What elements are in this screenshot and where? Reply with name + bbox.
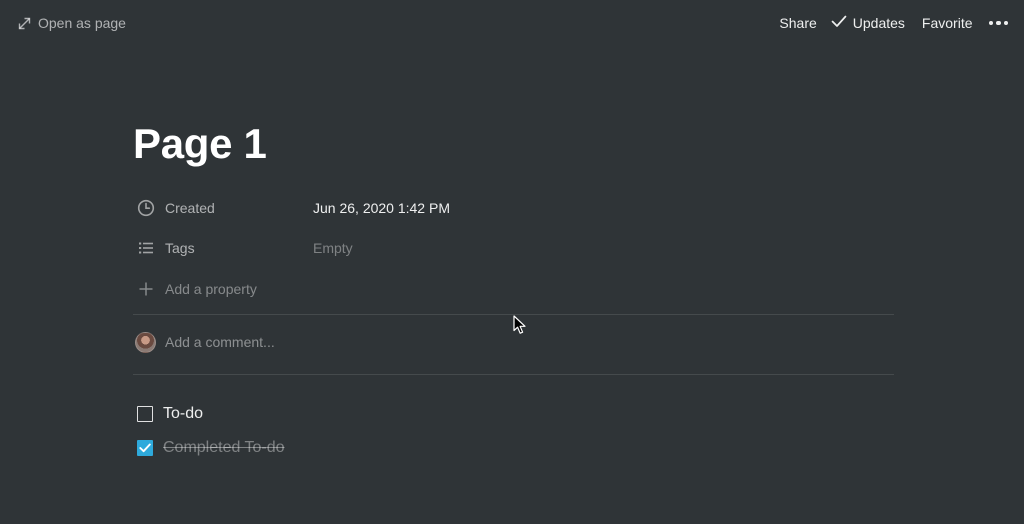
property-value[interactable]: Empty (313, 240, 353, 256)
mouse-cursor-icon (513, 315, 527, 340)
more-options-button[interactable] (988, 20, 1008, 26)
updates-button[interactable]: Updates (831, 15, 905, 31)
property-row-created[interactable]: Created Jun 26, 2020 1:42 PM (136, 197, 450, 219)
checkmark-icon (139, 443, 151, 453)
open-as-page-label: Open as page (38, 15, 126, 31)
favorite-button[interactable]: Favorite (922, 15, 973, 31)
clock-icon (136, 199, 156, 217)
more-icon (988, 20, 1008, 26)
property-value[interactable]: Jun 26, 2020 1:42 PM (313, 200, 450, 216)
share-label: Share (779, 15, 817, 31)
top-actions: Share Updates Favorite (779, 15, 1008, 31)
todo-checkbox[interactable] (137, 406, 153, 422)
list-icon (136, 241, 156, 255)
plus-icon (136, 281, 156, 297)
property-name: Tags (165, 240, 195, 256)
expand-icon (18, 17, 31, 30)
page-peek-view: Open as page Share Updates Favorite Page… (0, 0, 1024, 524)
checkmark-icon (831, 15, 847, 31)
todo-item-completed: Completed To-do (137, 436, 285, 460)
favorite-label: Favorite (921, 15, 973, 31)
todo-text[interactable]: Completed To-do (163, 439, 285, 457)
add-property-label: Add a property (165, 281, 257, 297)
updates-label: Updates (852, 15, 905, 31)
property-row-tags[interactable]: Tags Empty (136, 237, 353, 259)
comment-input[interactable] (165, 334, 465, 350)
avatar (135, 331, 156, 353)
open-as-page-button[interactable]: Open as page (18, 15, 126, 31)
share-button[interactable]: Share (779, 15, 816, 31)
property-name: Created (165, 200, 215, 216)
todo-text[interactable]: To-do (163, 405, 203, 423)
divider (133, 374, 894, 375)
add-property-button[interactable]: Add a property (136, 278, 257, 300)
comment-row (135, 331, 465, 353)
todo-checkbox-checked[interactable] (137, 440, 153, 456)
todo-item: To-do (137, 402, 203, 426)
top-bar: Open as page Share Updates Favorite (0, 0, 1024, 50)
page-title[interactable]: Page 1 (133, 118, 267, 170)
